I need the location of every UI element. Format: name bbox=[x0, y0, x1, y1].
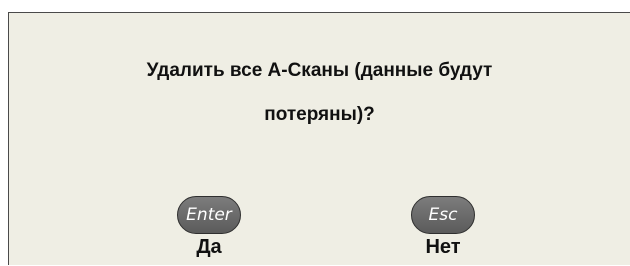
no-button-label: Нет bbox=[425, 236, 461, 258]
dialog-message: Удалить все А-Сканы (данные будут потеря… bbox=[9, 49, 630, 137]
esc-key-badge[interactable]: Esc bbox=[411, 196, 475, 234]
no-button[interactable]: Esc Нет bbox=[378, 196, 508, 266]
confirm-dialog: Удалить все А-Сканы (данные будут потеря… bbox=[8, 12, 630, 265]
dialog-message-line-2: потеряны)? bbox=[264, 104, 375, 125]
dialog-message-line-1: Удалить все А-Сканы (данные будут bbox=[146, 60, 493, 81]
yes-button-label: Да bbox=[196, 236, 222, 258]
enter-key-badge[interactable]: Enter bbox=[177, 196, 241, 234]
yes-button[interactable]: Enter Да bbox=[144, 196, 274, 266]
